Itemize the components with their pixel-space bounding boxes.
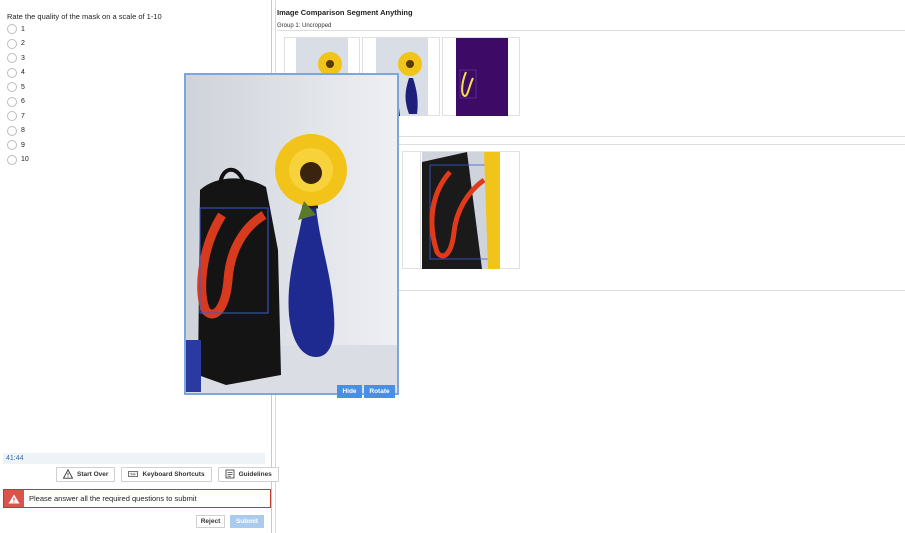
thumbnail-cropped-overlay[interactable] bbox=[420, 151, 520, 269]
reject-button[interactable]: Reject bbox=[196, 515, 225, 528]
group-label: Group 1: Uncropped bbox=[277, 23, 332, 29]
keyboard-shortcuts-label: Keyboard Shortcuts bbox=[142, 471, 205, 478]
rotate-button[interactable]: Rotate bbox=[364, 385, 395, 398]
rating-option-6[interactable]: 6 bbox=[7, 95, 29, 110]
question-label: Rate the quality of the mask on a scale … bbox=[7, 12, 162, 21]
hide-button[interactable]: Hide bbox=[337, 385, 362, 398]
alert-message: Please answer all the required questions… bbox=[29, 494, 197, 503]
rating-option-9[interactable]: 9 bbox=[7, 138, 29, 153]
action-buttons: Start Over Keyboard Shortcuts Guidelines bbox=[56, 467, 279, 482]
rating-option-10[interactable]: 10 bbox=[7, 153, 29, 168]
radio-button[interactable] bbox=[7, 154, 17, 165]
rating-option-8[interactable]: 8 bbox=[7, 124, 29, 139]
group-divider bbox=[277, 30, 905, 31]
radio-button[interactable] bbox=[7, 82, 17, 93]
mask-image bbox=[456, 38, 508, 116]
rating-option-1[interactable]: 1 bbox=[7, 22, 29, 37]
radio-button[interactable] bbox=[7, 96, 17, 107]
timer: 41:44 bbox=[3, 453, 265, 464]
document-icon bbox=[225, 469, 235, 481]
radio-button[interactable] bbox=[7, 24, 17, 35]
rating-option-5[interactable]: 5 bbox=[7, 80, 29, 95]
guidelines-label: Guidelines bbox=[238, 471, 272, 478]
page-title: Image Comparison Segment Anything bbox=[277, 8, 413, 17]
radio-button[interactable] bbox=[7, 125, 17, 136]
radio-button[interactable] bbox=[7, 53, 17, 64]
thumbnail-mask[interactable] bbox=[442, 37, 520, 116]
rating-option-4[interactable]: 4 bbox=[7, 66, 29, 81]
submit-button[interactable]: Submit bbox=[230, 515, 264, 528]
start-over-label: Start Over bbox=[77, 471, 109, 478]
start-over-button[interactable]: Start Over bbox=[56, 467, 116, 482]
zoomed-image-viewer[interactable] bbox=[184, 73, 399, 395]
alert-warning-icon bbox=[4, 490, 24, 507]
warning-triangle-icon bbox=[62, 468, 74, 481]
rating-option-3[interactable]: 3 bbox=[7, 51, 29, 66]
radio-button[interactable] bbox=[7, 38, 17, 49]
cropped-image bbox=[422, 152, 500, 269]
rating-option-7[interactable]: 7 bbox=[7, 109, 29, 124]
radio-button[interactable] bbox=[7, 111, 17, 122]
keyboard-shortcuts-button[interactable]: Keyboard Shortcuts bbox=[121, 467, 212, 482]
rating-radio-group: 1 2 3 4 5 6 7 8 9 10 bbox=[7, 22, 29, 167]
zoomed-image bbox=[186, 75, 397, 393]
error-alert: Please answer all the required questions… bbox=[3, 489, 271, 508]
keyboard-icon bbox=[128, 469, 139, 481]
guidelines-button[interactable]: Guidelines bbox=[217, 467, 279, 482]
radio-button[interactable] bbox=[7, 67, 17, 78]
rating-option-2[interactable]: 2 bbox=[7, 37, 29, 52]
radio-button[interactable] bbox=[7, 140, 17, 151]
